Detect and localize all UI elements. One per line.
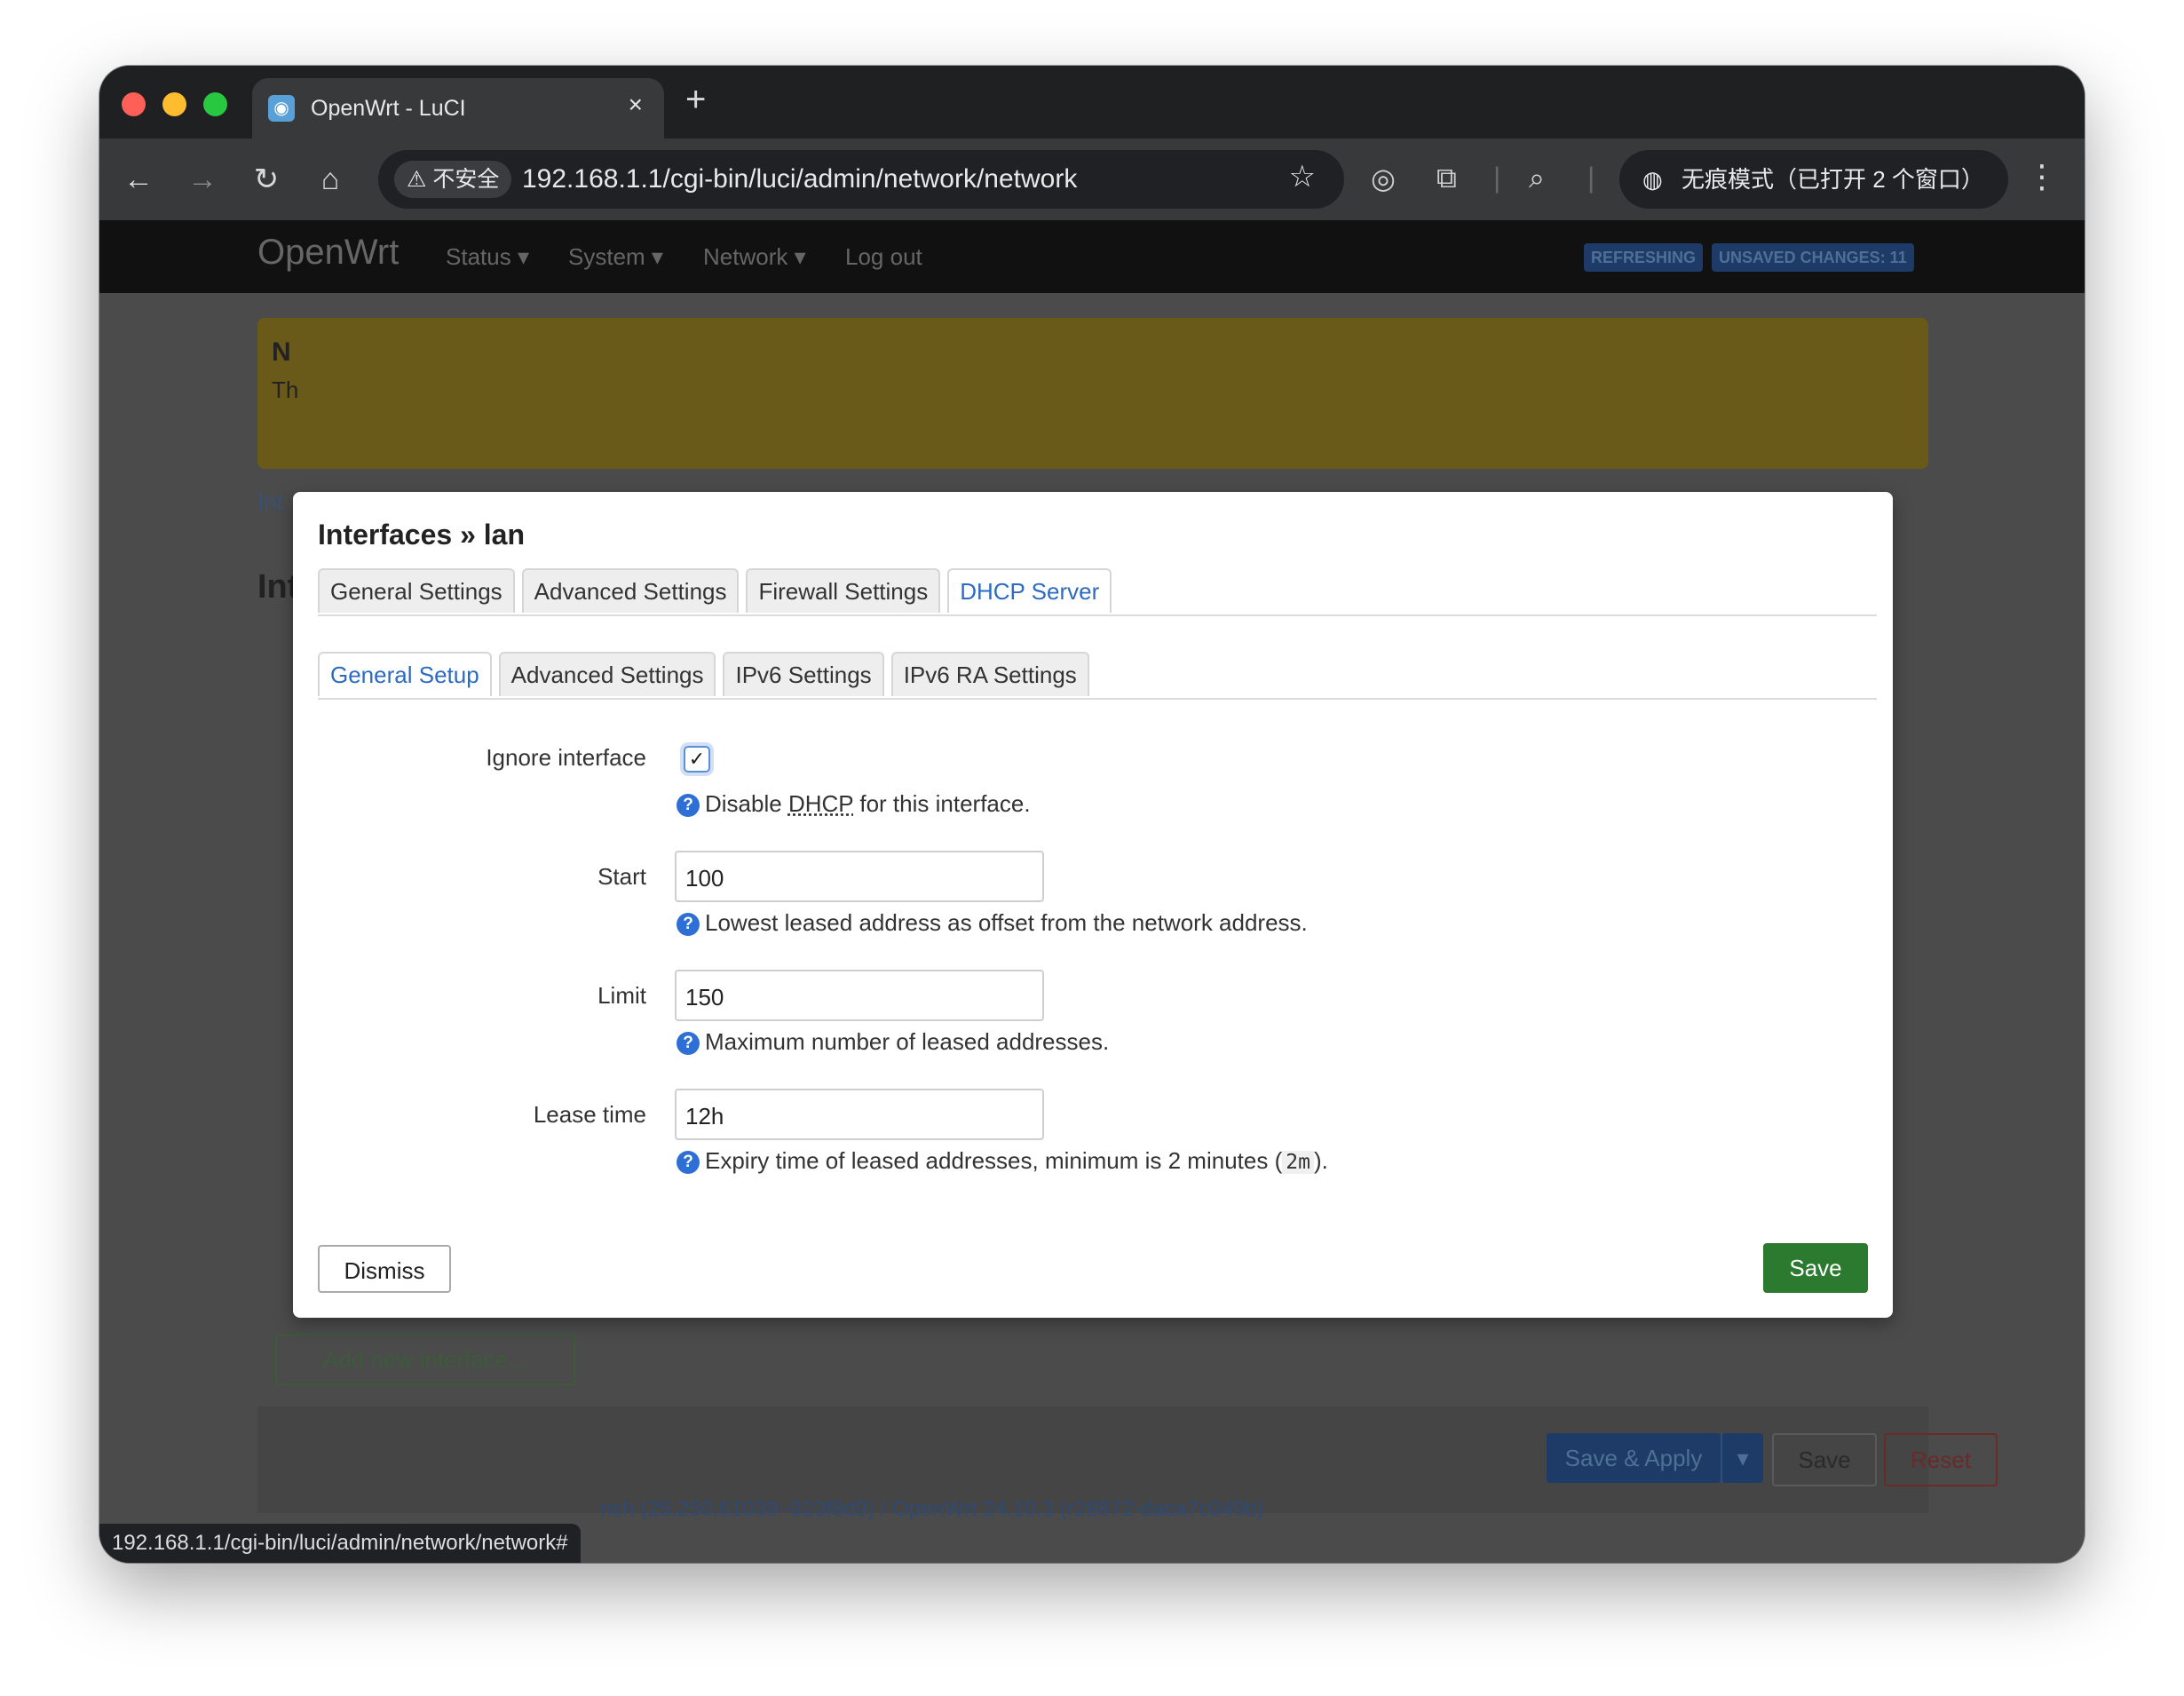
nav-status[interactable]: Status ▾ [446, 243, 529, 271]
minimize-window-button[interactable] [162, 92, 186, 116]
start-input[interactable]: 100 [675, 851, 1044, 902]
insecure-label: 不安全 [432, 167, 500, 192]
help-icon: ? [677, 1151, 700, 1174]
ignore-interface-checkbox[interactable]: ✓ [684, 746, 710, 773]
openwrt-favicon-icon: ◉ [268, 95, 295, 122]
limit-help: ? Maximum number of leased addresses. [677, 1028, 1109, 1056]
brand-logo[interactable]: OpenWrt [257, 233, 399, 273]
tab-search-icon[interactable]: ⌕ [1529, 162, 1545, 195]
interface-edit-modal: Interfaces » lan General Settings Advanc… [293, 492, 1893, 1318]
bookmark-star-icon[interactable]: ☆ [1289, 159, 1316, 194]
tab-general-settings[interactable]: General Settings [318, 568, 515, 613]
back-icon[interactable]: ← [114, 155, 163, 204]
background-reset-button[interactable]: Reset [1884, 1433, 1998, 1486]
alert-heading-fragment: N [272, 337, 291, 367]
main-tabs: General Settings Advanced Settings Firew… [318, 568, 1112, 614]
home-icon[interactable]: ⌂ [305, 155, 355, 204]
lease-time-input[interactable]: 12h [675, 1089, 1044, 1140]
lease-time-example: 2m [1282, 1151, 1314, 1174]
limit-label: Limit [597, 982, 646, 1009]
add-interface-button[interactable]: Add new interface... [275, 1334, 575, 1385]
checkmark-icon: ✓ [688, 748, 706, 770]
help-icon: ? [677, 1032, 700, 1055]
browser-menu-icon[interactable]: ⋮ [2026, 158, 2058, 195]
tab-title: OpenWrt - LuCI [311, 96, 466, 121]
background-save-button[interactable]: Save [1772, 1433, 1877, 1486]
background-alert: N Th [257, 318, 1928, 469]
save-button[interactable]: Save [1763, 1243, 1868, 1293]
incognito-indicator[interactable]: ◍ 无痕模式（已打开 2 个窗口） [1619, 150, 2008, 209]
start-label: Start [597, 863, 646, 890]
dhcp-subtabs: General Setup Advanced Settings IPv6 Set… [318, 652, 1089, 698]
link-status-bar: 192.168.1.1/cgi-bin/luci/admin/network/n… [99, 1524, 581, 1563]
subtab-ipv6-settings[interactable]: IPv6 Settings [723, 652, 884, 696]
tab-firewall-settings[interactable]: Firewall Settings [746, 568, 941, 613]
help-icon: ? [677, 913, 700, 936]
warning-icon: ⚠ [407, 167, 433, 192]
browser-toolbar: ← → ↻ ⌂ ⚠ 不安全 192.168.1.1/cgi-bin/luci/a… [99, 139, 2085, 220]
incognito-icon[interactable]: ◎ [1371, 162, 1396, 195]
new-tab-icon[interactable]: + [685, 80, 706, 120]
dhcp-abbr: DHCP [787, 790, 854, 817]
help-icon: ? [677, 794, 700, 817]
save-apply-button[interactable]: Save & Apply [1547, 1433, 1721, 1483]
save-apply-dropdown-icon[interactable]: ▾ [1721, 1433, 1763, 1483]
nav-logout[interactable]: Log out [845, 243, 922, 271]
close-window-button[interactable] [122, 92, 146, 116]
tab-dhcp-server[interactable]: DHCP Server [947, 568, 1112, 613]
page-content: OpenWrt Status ▾ System ▾ Network ▾ Log … [99, 220, 2085, 1563]
unsaved-changes-badge[interactable]: UNSAVED CHANGES: 11 [1712, 243, 1914, 272]
browser-window: ◉ OpenWrt - LuCI × + ← → ↻ ⌂ ⚠ 不安全 192.1… [99, 66, 2085, 1563]
incognito-mode-icon: ◍ [1642, 166, 1663, 193]
incognito-label: 无痕模式（已打开 2 个窗口） [1682, 166, 1984, 193]
nav-system[interactable]: System ▾ [568, 243, 663, 271]
nav-network[interactable]: Network ▾ [703, 243, 806, 271]
maximize-window-button[interactable] [203, 92, 227, 116]
version-footer: nch (25.250.61039~923f8d9) / OpenWrt 24.… [600, 1497, 1264, 1521]
tab-advanced-settings[interactable]: Advanced Settings [521, 568, 740, 613]
lease-time-label: Lease time [533, 1101, 646, 1128]
tab-divider [318, 614, 1877, 616]
subtab-general-setup[interactable]: General Setup [318, 652, 492, 696]
modal-title: Interfaces » lan [318, 519, 525, 551]
extensions-icon[interactable]: ⧉ [1436, 162, 1457, 195]
lease-time-help: ? Expiry time of leased addresses, minimu… [677, 1147, 1328, 1175]
toolbar-divider: | [1493, 162, 1501, 194]
tab-strip: ◉ OpenWrt - LuCI × + [99, 66, 2085, 139]
background-tab-fragment: Int [257, 488, 283, 515]
ignore-interface-label: Ignore interface [486, 744, 646, 771]
forward-icon[interactable]: → [178, 155, 227, 204]
luci-navbar: OpenWrt Status ▾ System ▾ Network ▾ Log … [99, 220, 2085, 293]
url-text[interactable]: 192.168.1.1/cgi-bin/luci/admin/network/n… [522, 164, 1077, 194]
tab-close-icon[interactable]: × [629, 91, 643, 119]
browser-tab[interactable]: ◉ OpenWrt - LuCI × [252, 78, 664, 139]
ignore-interface-help: ? Disable DHCP for this interface. [677, 790, 1031, 818]
limit-input[interactable]: 150 [675, 970, 1044, 1021]
start-help: ? Lowest leased address as offset from th… [677, 909, 1308, 937]
refreshing-badge: REFRESHING [1584, 243, 1704, 272]
alert-text-fragment: Th [272, 376, 299, 403]
subtab-divider [318, 698, 1877, 700]
address-bar[interactable]: ⚠ 不安全 192.168.1.1/cgi-bin/luci/admin/net… [378, 150, 1344, 209]
reload-icon[interactable]: ↻ [241, 155, 291, 204]
toolbar-divider: | [1587, 162, 1595, 194]
subtab-ipv6-ra-settings[interactable]: IPv6 RA Settings [890, 652, 1089, 696]
security-indicator[interactable]: ⚠ 不安全 [394, 161, 512, 198]
dismiss-button[interactable]: Dismiss [318, 1245, 451, 1293]
subtab-advanced-settings[interactable]: Advanced Settings [498, 652, 716, 696]
